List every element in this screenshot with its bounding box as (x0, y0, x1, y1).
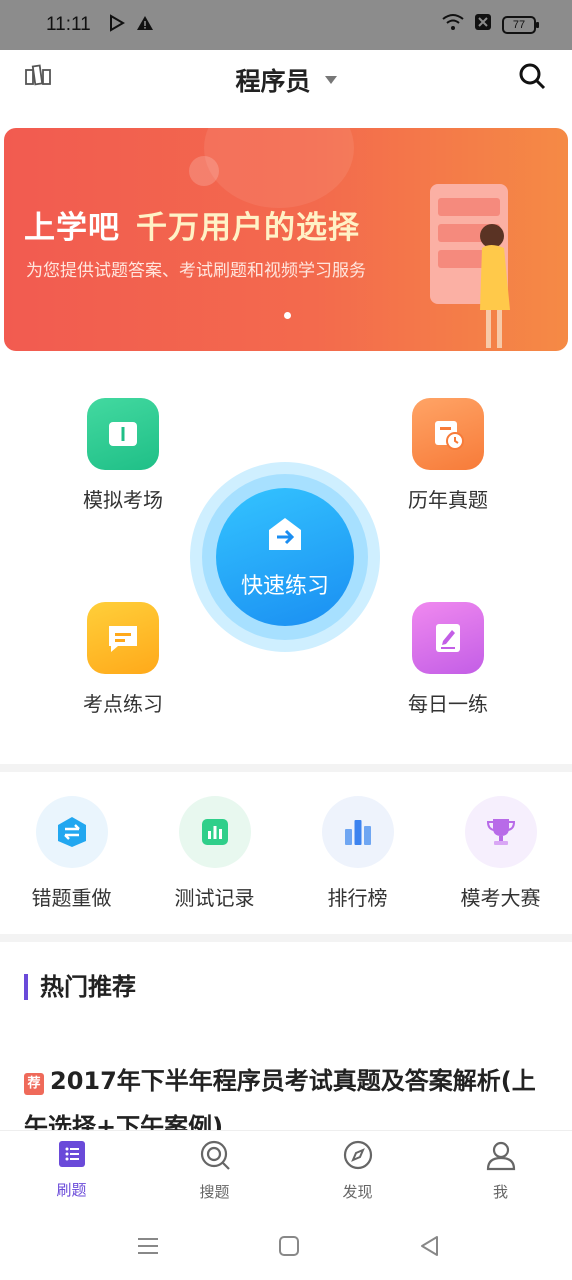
bottom-nav: 刷题 搜题 发现 我 (0, 1130, 572, 1215)
swap-icon (35, 796, 108, 868)
test-records-label: 测试记录 (174, 886, 255, 910)
mock-exam-label: 模拟考场 (83, 488, 163, 512)
search-circle-icon (199, 1140, 231, 1175)
nav-label: 搜题 (199, 1183, 230, 1201)
banner-headline-b: 千万用户的选择 (136, 210, 360, 246)
section-divider (0, 764, 572, 772)
past-papers-label: 历年真题 (408, 488, 488, 512)
subject-selector[interactable]: 程序员 (0, 62, 572, 98)
nav-item-me[interactable]: 我 (429, 1139, 572, 1202)
daily-practice-button[interactable]: 每日一练 (378, 602, 518, 717)
play-store-icon (108, 14, 126, 37)
search-icon[interactable] (518, 62, 546, 94)
point-practice-label: 考点练习 (83, 692, 163, 716)
quick-practice-label: 快速练习 (240, 574, 329, 599)
mock-contest-button[interactable]: 模考大赛 (429, 796, 572, 911)
user-icon (485, 1141, 517, 1175)
calendar-clock-icon (412, 398, 484, 470)
daily-practice-label: 每日一练 (408, 692, 488, 716)
notebook-pen-icon (412, 602, 484, 674)
arrow-house-icon (266, 516, 304, 556)
ranking-label: 排行榜 (327, 886, 388, 910)
banner-subtitle: 为您提供试题答案、考试刷题和视频学习服务 (26, 261, 366, 281)
redo-wrong-button[interactable]: 错题重做 (0, 796, 143, 911)
book-icon (87, 398, 159, 470)
quick-practice-core: 快速练习 (216, 488, 354, 626)
compass-icon (342, 1140, 374, 1175)
ranking-button[interactable]: 排行榜 (286, 796, 429, 911)
banner-headline-a: 上学吧 (24, 210, 120, 246)
mock-contest-label: 模考大赛 (460, 886, 541, 910)
recommend-tag: 荐 (24, 1073, 44, 1095)
bar-report-icon (178, 796, 251, 868)
top-bar: 程序员 (0, 50, 572, 106)
nav-item-search[interactable]: 搜题 (143, 1139, 286, 1202)
status-time: 11:11 (46, 14, 91, 35)
quick-practice-button[interactable]: 快速练习 (190, 462, 380, 652)
system-nav-bar (0, 1214, 572, 1280)
test-records-button[interactable]: 测试记录 (143, 796, 286, 911)
battery-icon: 77 (502, 15, 539, 34)
chat-icon (87, 602, 159, 674)
page-title: 程序员 (235, 67, 311, 96)
back-icon[interactable] (418, 1234, 442, 1262)
warning-icon (136, 14, 154, 37)
trophy-icon (464, 796, 537, 868)
nav-label: 发现 (342, 1183, 373, 1201)
point-practice-button[interactable]: 考点练习 (53, 602, 193, 717)
nav-label: 我 (492, 1183, 508, 1201)
sim-off-icon (474, 13, 492, 36)
menu-icon[interactable] (136, 1234, 160, 1262)
nav-item-practice[interactable]: 刷题 (0, 1139, 143, 1200)
redo-wrong-label: 错题重做 (31, 886, 112, 910)
status-bar: 11:11 77 (0, 0, 572, 50)
decor-bubble (189, 156, 219, 186)
home-icon[interactable] (277, 1234, 301, 1262)
mock-exam-button[interactable]: 模拟考场 (53, 398, 193, 513)
nav-label: 刷题 (56, 1181, 87, 1199)
wifi-icon (442, 13, 464, 36)
list-icon (57, 1141, 87, 1173)
promo-banner[interactable]: 上学吧 千万用户的选择 为您提供试题答案、考试刷题和视频学习服务 (4, 128, 568, 351)
carousel-dot[interactable] (284, 312, 291, 319)
past-papers-button[interactable]: 历年真题 (378, 398, 518, 513)
nav-item-discover[interactable]: 发现 (286, 1139, 429, 1202)
section-title-hot: 热门推荐 (24, 974, 136, 1000)
decor-bubble (204, 128, 354, 208)
banner-illustration (424, 178, 544, 351)
bar-chart-icon (321, 796, 394, 868)
chevron-down-icon (324, 76, 337, 84)
banner-headline: 上学吧 千万用户的选择 (24, 202, 360, 247)
section-divider (0, 934, 572, 942)
